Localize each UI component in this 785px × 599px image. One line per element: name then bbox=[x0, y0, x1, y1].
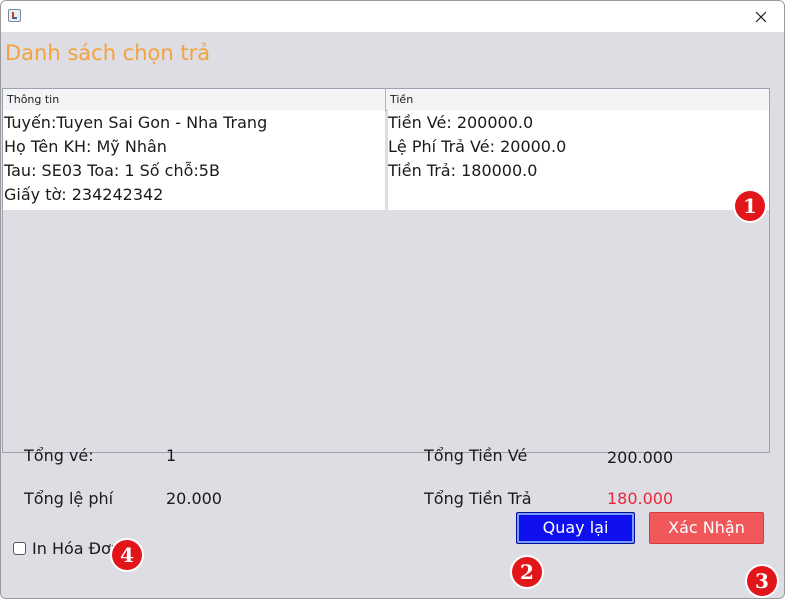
refund-amount-text: Tiền Trả: 180000.0 bbox=[388, 161, 538, 180]
customer-name-text: Họ Tên KH: Mỹ Nhân bbox=[4, 137, 167, 156]
refund-fee-text: Lệ Phí Trả Vé: 20000.0 bbox=[388, 137, 567, 156]
train-seat-text: Tau: SE03 Toa: 1 Số chỗ:5B bbox=[4, 161, 220, 180]
table-cell-money[interactable]: Tiền Vé: 200000.0 Lệ Phí Trả Vé: 20000.0… bbox=[388, 110, 769, 210]
route-text: Tuyến:Tuyen Sai Gon - Nha Trang bbox=[4, 113, 268, 132]
close-icon bbox=[755, 11, 767, 22]
column-header-info[interactable]: Thông tin bbox=[3, 89, 386, 110]
refund-table[interactable]: Thông tin Tiền Tuyến:Tuyen Sai Gon - Nha… bbox=[2, 88, 770, 453]
total-fee-label: Tổng lệ phí bbox=[24, 489, 114, 508]
back-button[interactable]: Quay lại bbox=[516, 512, 635, 544]
annotation-marker-1: 1 bbox=[735, 191, 765, 221]
total-tickets-value: 1 bbox=[166, 446, 177, 465]
column-header-money[interactable]: Tiền bbox=[386, 89, 769, 110]
ticket-price-text: Tiền Vé: 200000.0 bbox=[388, 113, 534, 132]
table-header: Thông tin Tiền bbox=[3, 89, 769, 111]
total-refund-label: Tổng Tiền Trả bbox=[424, 489, 532, 508]
print-invoice-label[interactable]: In Hóa Đơn bbox=[32, 539, 121, 558]
document-id-text: Giấy tờ: 234242342 bbox=[4, 185, 164, 204]
total-tickets-label: Tổng vé: bbox=[24, 446, 94, 465]
total-refund-value: 180.000 bbox=[607, 489, 674, 508]
java-app-icon bbox=[8, 9, 21, 22]
close-button[interactable] bbox=[738, 1, 784, 32]
table-cell-info[interactable]: Tuyến:Tuyen Sai Gon - Nha Trang Họ Tên K… bbox=[3, 110, 385, 210]
total-ticket-money-value: 200.000 bbox=[607, 448, 674, 467]
confirm-button[interactable]: Xác Nhận bbox=[649, 512, 764, 544]
annotation-marker-3: 3 bbox=[747, 566, 777, 596]
checkbox-unchecked-icon[interactable] bbox=[13, 541, 26, 555]
title-bar bbox=[1, 1, 784, 32]
total-fee-value: 20.000 bbox=[166, 489, 222, 508]
annotation-marker-2: 2 bbox=[512, 557, 542, 587]
annotation-marker-4: 4 bbox=[112, 540, 142, 570]
dialog-window: Danh sách chọn trả Thông tin Tiền Tuyến:… bbox=[0, 0, 785, 599]
total-ticket-money-label: Tổng Tiền Vé bbox=[424, 446, 528, 465]
page-title: Danh sách chọn trả bbox=[5, 41, 211, 65]
print-invoice-checkbox[interactable]: In Hóa Đơn bbox=[13, 538, 121, 558]
